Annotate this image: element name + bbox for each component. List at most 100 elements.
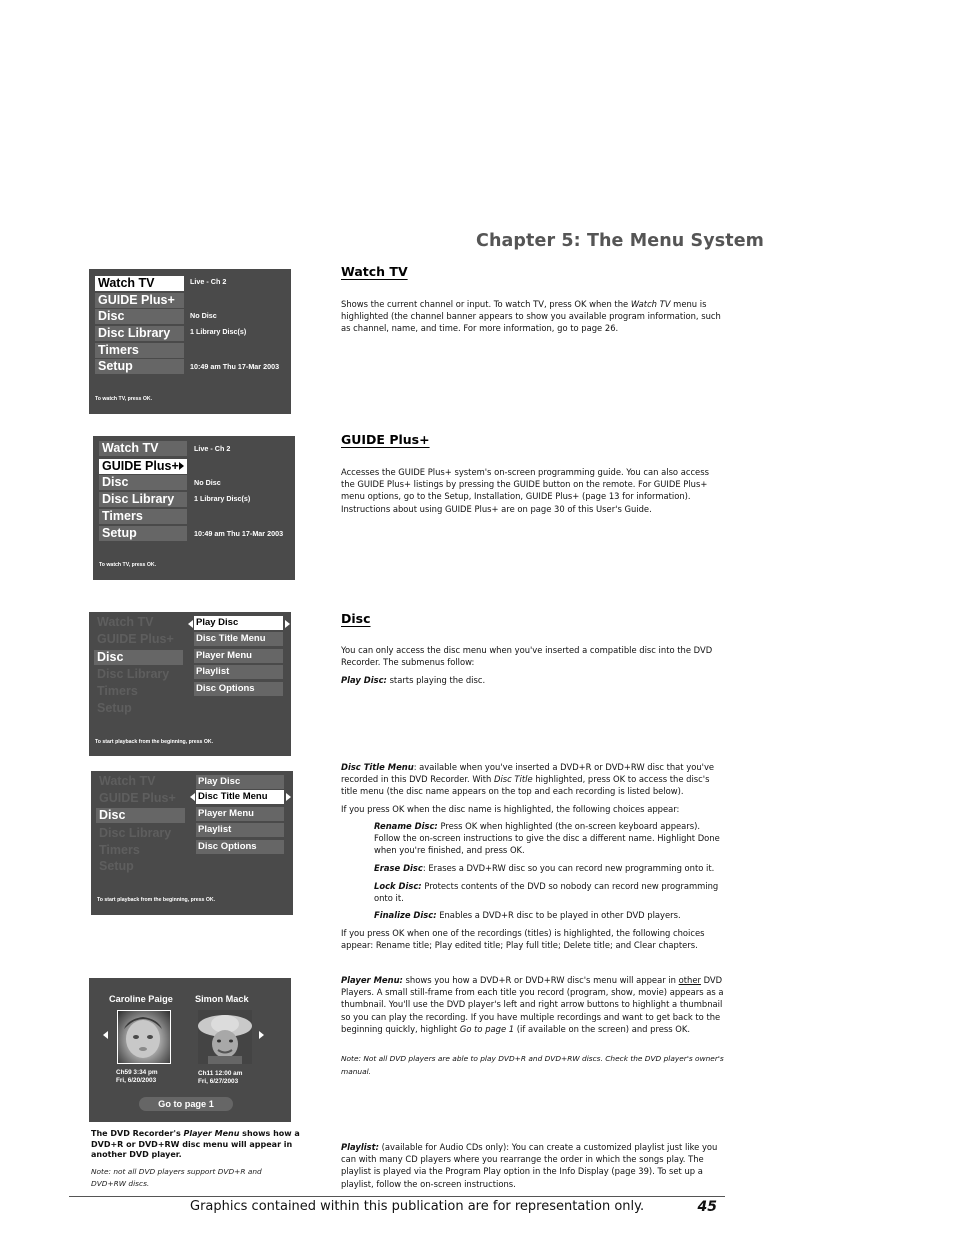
menu-item-watch-tv[interactable]: Watch TV — [99, 441, 187, 456]
menu-item-disc[interactable]: Disc — [95, 309, 184, 324]
submenu-disc-options[interactable]: Disc Options — [194, 682, 283, 696]
choice-item: Rename Disc: Press OK when highlighted (… — [374, 820, 726, 857]
live-channel-info: Live - Ch 2 — [190, 277, 227, 286]
arrow-right-icon[interactable] — [259, 1031, 264, 1039]
menu-item-setup[interactable]: Setup — [96, 859, 185, 874]
arrow-right-icon[interactable] — [286, 793, 291, 801]
section-heading-watch-tv: Watch TV — [341, 264, 408, 279]
section-heading-guide-plus: GUIDE Plus+ — [341, 432, 430, 447]
menu-item-disc-library[interactable]: Disc Library — [94, 667, 183, 682]
paragraph: Playlist: (available for Audio CDs only)… — [341, 1141, 725, 1190]
menu-item-label: GUIDE Plus+ — [102, 459, 179, 473]
menu-item-disc[interactable]: Disc — [96, 808, 185, 823]
disc-status-info: No Disc — [194, 478, 221, 487]
term: Disc Title Menu — [341, 762, 414, 772]
go-to-page-button[interactable]: Go to page 1 — [139, 1097, 233, 1111]
term: Finalize Disc: — [374, 910, 437, 920]
submenu-player-menu[interactable]: Player Menu — [194, 649, 283, 663]
text: (if available on the screen) and press O… — [514, 1023, 690, 1034]
osd-disc-play-screen: Watch TV GUIDE Plus+ Disc Disc Library T… — [89, 612, 291, 756]
term: Play Disc: — [341, 675, 387, 685]
choice-item: Finalize Disc: Enables a DVD+R disc to b… — [374, 909, 726, 921]
menu-item-guide-plus[interactable]: GUIDE Plus+ — [99, 459, 187, 474]
menu-item-guide-plus[interactable]: GUIDE Plus+ — [96, 791, 185, 806]
choice-item: Erase Disc: Erases a DVD+RW disc so you … — [374, 862, 726, 874]
hint-text: To start playback from the beginning, pr… — [97, 897, 216, 903]
menu-item-disc[interactable]: Disc — [94, 650, 183, 665]
title-channel-time: Ch59 3:34 pm — [116, 1069, 158, 1076]
arrow-left-icon[interactable] — [188, 620, 193, 628]
menu-item-guide-plus[interactable]: GUIDE Plus+ — [95, 293, 184, 308]
term: Rename Disc: — [374, 821, 438, 831]
submenu-playlist[interactable]: Playlist — [194, 665, 283, 679]
menu-item-watch-tv[interactable]: Watch TV — [95, 276, 184, 291]
datetime-info: 10:49 am Thu 17-Mar 2003 — [194, 529, 284, 538]
library-info: 1 Library Disc(s) — [194, 494, 251, 503]
chapter-title: Chapter 5: The Menu System — [476, 231, 765, 251]
datetime-info: 10:49 am Thu 17-Mar 2003 — [190, 362, 280, 371]
submenu-playlist[interactable]: Playlist — [196, 823, 284, 837]
menu-item-disc-library[interactable]: Disc Library — [99, 492, 187, 507]
submenu-disc-title-menu[interactable]: Disc Title Menu — [194, 632, 283, 646]
emphasis: Watch TV — [630, 299, 671, 309]
menu-item-disc[interactable]: Disc — [99, 475, 187, 490]
submenu-disc-options[interactable]: Disc Options — [196, 840, 284, 854]
choice-item: Lock Disc: Protects contents of the DVD … — [374, 880, 726, 904]
child-in-hat-icon — [198, 1010, 252, 1064]
submenu-play-disc[interactable]: Play Disc — [194, 616, 283, 630]
menu-item-watch-tv[interactable]: Watch TV — [96, 774, 185, 789]
underlined-text: other — [678, 975, 701, 985]
paragraph: Disc Title Menu: available when you've i… — [341, 761, 725, 798]
hint-text: To watch TV, press OK. — [95, 396, 153, 402]
menu-item-disc-library[interactable]: Disc Library — [96, 826, 185, 841]
title-channel-time: Ch11 12:00 am — [198, 1070, 243, 1077]
osd-watch-tv-screen: Watch TV GUIDE Plus+ Disc Disc Library T… — [89, 269, 291, 414]
menu-item-setup[interactable]: Setup — [95, 359, 184, 374]
disc-status-info: No Disc — [190, 311, 217, 320]
page-number: 45 — [697, 1199, 717, 1215]
text: (available for Audio CDs only): You can … — [341, 1142, 718, 1189]
live-channel-info: Live - Ch 2 — [194, 444, 231, 453]
osd-player-menu-screen: Caroline Paige Simon Mack Ch59 3:34 pm F… — [89, 978, 291, 1122]
menu-item-timers[interactable]: Timers — [94, 684, 183, 699]
caption-note: Note: not all DVD players support DVD+R … — [91, 1167, 262, 1188]
menu-item-setup[interactable]: Setup — [99, 526, 187, 541]
term: Playlist: — [341, 1142, 379, 1152]
caption-emphasis: Player Menu — [183, 1129, 240, 1138]
title-date: Fri, 6/20/2003 — [116, 1077, 157, 1084]
menu-item-setup[interactable]: Setup — [94, 701, 183, 716]
hint-text: To start playback from the beginning, pr… — [95, 739, 214, 745]
term: Lock Disc: — [374, 881, 422, 891]
menu-item-timers[interactable]: Timers — [96, 843, 185, 858]
term: Erase Disc — [374, 863, 423, 873]
arrow-right-icon[interactable] — [285, 620, 290, 628]
submenu-disc-title-menu[interactable]: Disc Title Menu — [196, 790, 284, 804]
submenu-play-disc[interactable]: Play Disc — [196, 775, 284, 789]
menu-item-timers[interactable]: Timers — [99, 509, 187, 524]
text: Enables a DVD+R disc to be played in oth… — [436, 910, 681, 920]
submenu-player-menu[interactable]: Player Menu — [196, 807, 284, 821]
emphasis: Go to page 1 — [459, 1023, 515, 1034]
footer-divider — [69, 1196, 725, 1197]
text: starts playing the disc. — [386, 675, 486, 685]
term: Player Menu: — [341, 975, 403, 985]
paragraph: Accesses the GUIDE Plus+ system's on-scr… — [341, 467, 709, 514]
arrow-left-icon[interactable] — [103, 1031, 108, 1039]
title-info: Ch11 12:00 am Fri, 6/27/2003 — [198, 1070, 242, 1086]
osd-guide-plus-screen: Watch TV GUIDE Plus+ Disc Disc Library T… — [93, 436, 295, 580]
emphasis: Disc Title — [494, 774, 533, 785]
baby-face-icon — [124, 1017, 162, 1058]
menu-item-guide-plus[interactable]: GUIDE Plus+ — [94, 632, 183, 647]
menu-item-disc-library[interactable]: Disc Library — [95, 326, 184, 341]
thumbnail-baby-face[interactable] — [117, 1010, 171, 1064]
paragraph: You can only access the disc menu when y… — [341, 645, 713, 668]
menu-item-watch-tv[interactable]: Watch TV — [94, 615, 183, 630]
arrow-left-icon[interactable] — [190, 793, 195, 801]
footer-disclaimer: Graphics contained within this publicati… — [190, 1199, 645, 1214]
text: shows you how a DVD+R or DVD+RW disc's m… — [402, 975, 679, 985]
text: Shows the current channel or input. To w… — [341, 299, 631, 309]
title-name: Simon Mack — [195, 994, 249, 1004]
menu-item-timers[interactable]: Timers — [95, 343, 184, 358]
thumbnail-child-in-hat[interactable] — [198, 1010, 252, 1064]
osd-disc-title-screen: Watch TV GUIDE Plus+ Disc Disc Library T… — [91, 771, 293, 915]
